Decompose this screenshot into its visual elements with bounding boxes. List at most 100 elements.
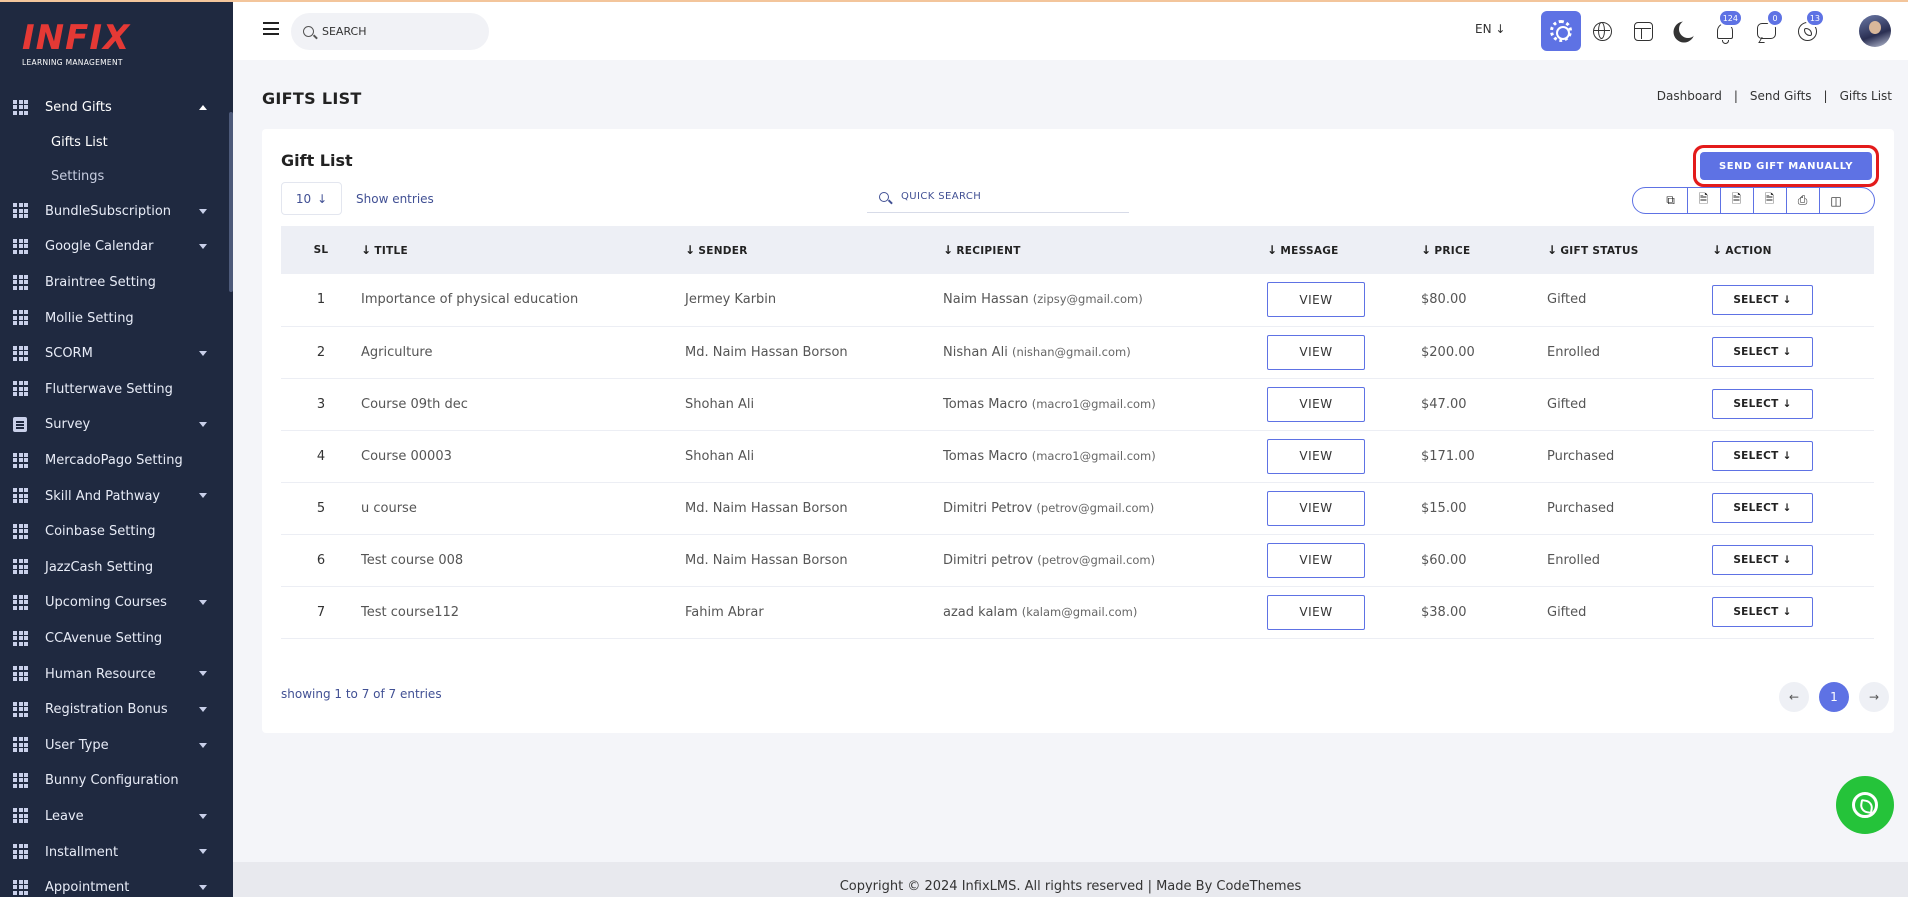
- brand-logo[interactable]: INFIX LEARNING MANAGEMENT: [22, 20, 142, 72]
- sidebar-item-bundlesubscription[interactable]: BundleSubscription: [0, 194, 229, 230]
- column-header-recipient[interactable]: ↓ RECIPIENT: [943, 226, 1267, 274]
- sidebar-item-skill-and-pathway[interactable]: Skill And Pathway: [0, 478, 229, 514]
- entries-select[interactable]: 10 ↓: [281, 182, 342, 215]
- view-message-button[interactable]: VIEW: [1267, 594, 1365, 630]
- action-select-button[interactable]: SELECT ↓: [1712, 597, 1813, 627]
- column-header-title[interactable]: ↓ TITLE: [361, 226, 685, 274]
- messages-button[interactable]: 0: [1746, 9, 1786, 51]
- recipient-email: (zipsy@gmail.com): [1032, 292, 1143, 307]
- breadcrumb-gifts-list[interactable]: Gifts List: [1840, 89, 1892, 103]
- sidebar-item-coinbase-setting[interactable]: Coinbase Setting: [0, 514, 229, 550]
- action-select-button[interactable]: SELECT ↓: [1712, 284, 1813, 315]
- whatsapp-header-button[interactable]: 13: [1787, 9, 1827, 51]
- action-select-label: SELECT: [1733, 398, 1779, 410]
- notifications-button[interactable]: 124: [1705, 9, 1745, 51]
- settings-button[interactable]: [1541, 11, 1581, 51]
- grid-icon: [13, 808, 29, 824]
- column-header-sl[interactable]: SL: [281, 226, 361, 274]
- cell-sl: 7: [316, 604, 326, 620]
- user-avatar[interactable]: [1859, 15, 1891, 47]
- breadcrumb-dashboard[interactable]: Dashboard: [1657, 89, 1722, 103]
- website-button[interactable]: [1582, 11, 1622, 51]
- column-header-price[interactable]: ↓ PRICE: [1421, 226, 1547, 274]
- dark-mode-button[interactable]: [1664, 11, 1704, 51]
- cell-message: VIEW: [1267, 326, 1421, 378]
- sidebar-scrollbar[interactable]: [229, 112, 233, 292]
- cell-gift-status: Enrolled: [1547, 344, 1600, 360]
- csv-button[interactable]: 🗎: [1688, 188, 1721, 213]
- send-gift-manually-button[interactable]: SEND GIFT MANUALLY: [1700, 152, 1872, 180]
- sidebar-item-mercadopago-setting[interactable]: MercadoPago Setting: [0, 443, 229, 479]
- cell-sender: Shohan Ali: [685, 448, 755, 464]
- column-header-message[interactable]: ↓ MESSAGE: [1267, 226, 1421, 274]
- quick-search[interactable]: [867, 181, 1129, 213]
- view-message-button[interactable]: VIEW: [1267, 282, 1365, 318]
- sidebar-item-ccavenue-setting[interactable]: CCAvenue Setting: [0, 621, 229, 657]
- cell-sender: Md. Naim Hassan Borson: [685, 500, 848, 516]
- excel-button[interactable]: 🗎: [1721, 188, 1754, 213]
- chevron-down-icon: ↓: [317, 191, 328, 206]
- column-header-sender[interactable]: ↓ SENDER: [685, 226, 943, 274]
- sidebar-subitem-settings[interactable]: Settings: [0, 160, 229, 194]
- page-button-current[interactable]: 1: [1819, 682, 1849, 712]
- language-select[interactable]: EN ↓: [1475, 22, 1505, 36]
- view-message-button[interactable]: VIEW: [1267, 542, 1365, 578]
- pdf-button[interactable]: 🗎: [1754, 188, 1787, 213]
- search-input[interactable]: [322, 25, 472, 38]
- chevron-down-icon: ↓: [1495, 22, 1506, 36]
- sidebar-subitem-gifts-list[interactable]: Gifts List: [0, 126, 229, 160]
- copy-icon: ⧉: [1666, 193, 1675, 207]
- sidebar-item-braintree-setting[interactable]: Braintree Setting: [0, 265, 229, 301]
- cell-sender: Jermey Karbin: [685, 292, 777, 308]
- sidebar-item-flutterwave-setting[interactable]: Flutterwave Setting: [0, 372, 229, 408]
- sidebar-item-appointment[interactable]: Appointment: [0, 870, 229, 897]
- cell-action: SELECT ↓: [1712, 326, 1874, 378]
- grid-icon: [13, 630, 29, 647]
- action-select-button[interactable]: SELECT ↓: [1712, 441, 1813, 471]
- sidebar-item-upcoming-courses[interactable]: Upcoming Courses: [0, 585, 229, 621]
- sidebar-item-jazzcash-setting[interactable]: JazzCash Setting: [0, 550, 229, 586]
- sidebar-item-registration-bonus[interactable]: Registration Bonus: [0, 692, 229, 728]
- action-select-button[interactable]: SELECT ↓: [1712, 493, 1813, 523]
- view-message-button[interactable]: VIEW: [1267, 386, 1365, 422]
- layout-button[interactable]: [1623, 11, 1663, 51]
- sidebar-item-bunny-configuration[interactable]: Bunny Configuration: [0, 763, 229, 799]
- column-header-gift-status[interactable]: ↓ GIFT STATUS: [1547, 226, 1712, 274]
- breadcrumb-send-gifts[interactable]: Send Gifts: [1750, 89, 1812, 103]
- sidebar-item-label: Human Resource: [45, 666, 156, 682]
- view-message-button[interactable]: VIEW: [1267, 490, 1365, 526]
- sidebar-item-send-gifts[interactable]: Send Gifts: [0, 90, 229, 126]
- action-select-button[interactable]: SELECT ↓: [1712, 389, 1813, 419]
- next-page-button[interactable]: →: [1859, 682, 1889, 712]
- sidebar-item-installment[interactable]: Installment: [0, 834, 229, 870]
- cell-sender: Md. Naim Hassan Borson: [685, 344, 848, 360]
- sidebar-item-scorm[interactable]: SCORM: [0, 336, 229, 372]
- cell-sl: 6: [316, 552, 326, 568]
- sidebar-item-mollie-setting[interactable]: Mollie Setting: [0, 300, 229, 336]
- chevron-down-icon: ↓: [1782, 554, 1792, 566]
- export-buttons: ⧉ 🗎 🗎 🗎 ⎙ ◫: [1632, 187, 1875, 214]
- sidebar-item-human-resource[interactable]: Human Resource: [0, 656, 229, 692]
- global-search[interactable]: [291, 13, 489, 50]
- copy-button[interactable]: ⧉: [1655, 188, 1688, 213]
- sidebar-item-leave[interactable]: Leave: [0, 799, 229, 835]
- sidebar-item-survey[interactable]: Survey: [0, 407, 229, 443]
- breadcrumb-separator: |: [1733, 89, 1738, 103]
- columns-button[interactable]: ◫: [1820, 188, 1853, 213]
- breadcrumb: Dashboard | Send Gifts | Gifts List: [1657, 89, 1892, 103]
- column-header-action[interactable]: ↓ ACTION: [1712, 226, 1874, 274]
- quick-search-input[interactable]: [901, 191, 1101, 202]
- sidebar-item-user-type[interactable]: User Type: [0, 728, 229, 764]
- print-button[interactable]: ⎙: [1787, 188, 1820, 213]
- previous-page-button[interactable]: ←: [1779, 682, 1809, 712]
- action-select-button[interactable]: SELECT ↓: [1712, 545, 1813, 575]
- view-message-button[interactable]: VIEW: [1267, 438, 1365, 474]
- menu-toggle-icon[interactable]: [263, 22, 279, 35]
- sort-arrow-icon: ↓: [1267, 243, 1278, 257]
- whatsapp-chat-button[interactable]: [1836, 776, 1894, 834]
- view-message-button[interactable]: VIEW: [1267, 334, 1365, 370]
- column-header-label: MESSAGE: [1280, 245, 1339, 257]
- sidebar-item-google-calendar[interactable]: Google Calendar: [0, 229, 229, 265]
- action-select-button[interactable]: SELECT ↓: [1712, 337, 1813, 367]
- sort-arrow-icon: ↓: [361, 243, 372, 257]
